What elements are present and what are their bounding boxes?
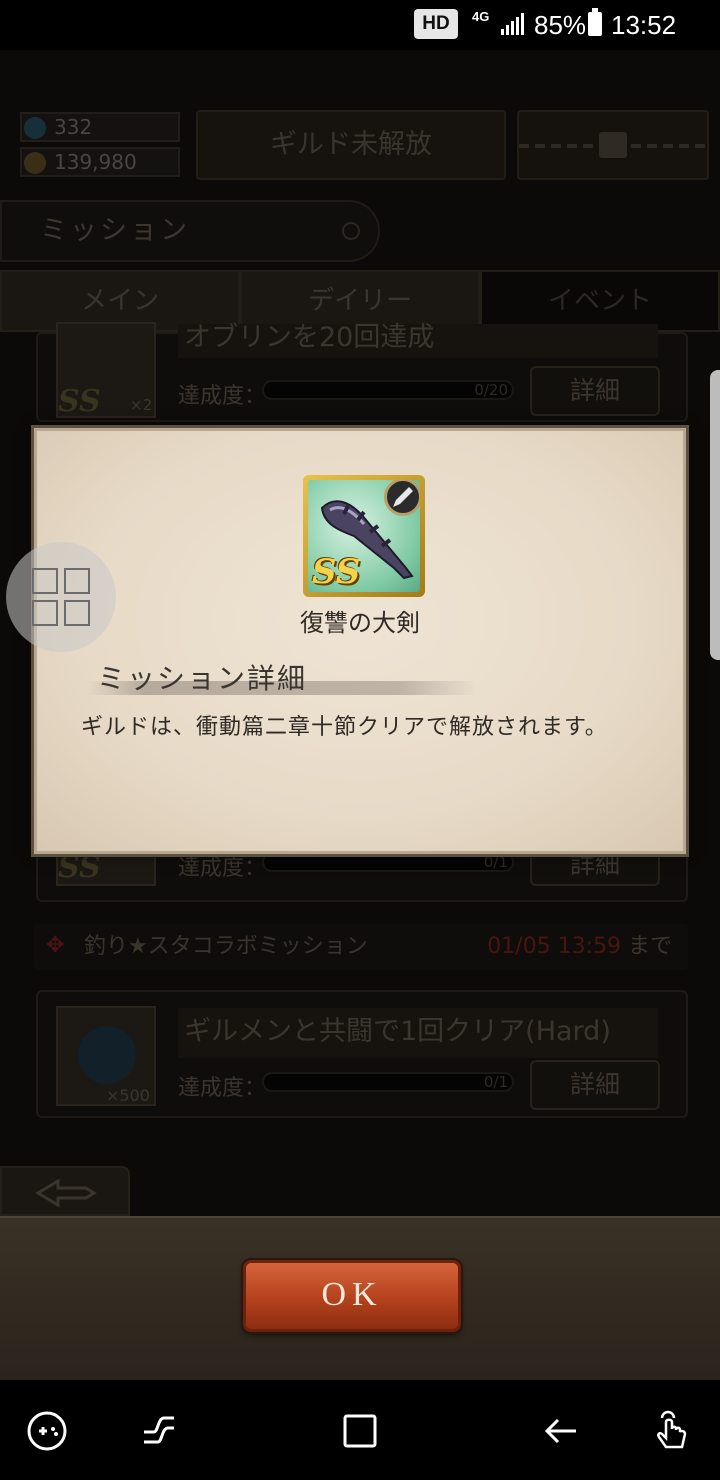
reward-qty: ×2 — [130, 396, 153, 414]
grid-icon-cell — [64, 568, 90, 594]
page-title-text: ミッション — [40, 215, 190, 246]
item-name: 復讐の大剣 — [300, 609, 420, 637]
signal-icon — [501, 13, 524, 35]
deadline-suffix: まで — [627, 934, 672, 959]
guild-button[interactable]: ギルド未解放 — [196, 110, 506, 180]
back-button[interactable] — [0, 1166, 130, 1216]
status-bar: HD 4G 85% 13:52 — [0, 0, 720, 50]
gem-count: 332 — [54, 115, 93, 139]
rank-badge: SS — [58, 850, 101, 885]
event-deadline: 01/05 13:59 まで — [487, 924, 672, 970]
pin-icon — [342, 222, 360, 240]
grid-icon-cell — [64, 600, 90, 626]
locked-button[interactable] — [517, 110, 709, 180]
back-arrow-icon — [35, 1178, 97, 1208]
orb-icon — [78, 1026, 136, 1084]
sword-type-icon — [384, 480, 420, 516]
grid-icon — [32, 568, 58, 594]
event-header: ✥ 釣り★スタコラボミッション 01/05 13:59 まで — [34, 924, 688, 970]
progress-label: 達成度： — [178, 856, 267, 881]
reward-qty: ×500 — [106, 1086, 150, 1105]
rank-badge: SS — [58, 384, 101, 419]
grid-icon-cell — [32, 600, 58, 626]
lock-icon — [599, 132, 627, 158]
mission-description: ギルドは、衝動篇二章十節クリアで解放されます。 — [81, 715, 608, 740]
rank-badge: SS — [312, 552, 361, 592]
mission-title: オブリンを20回達成 — [178, 324, 658, 358]
hd-indicator: HD — [414, 9, 458, 39]
page-title: ミッション — [0, 200, 380, 262]
edge-panel-handle[interactable] — [710, 370, 720, 660]
progress-label: 達成度： — [178, 1076, 267, 1101]
gold-icon — [24, 152, 46, 174]
game-tools-icon[interactable] — [26, 1410, 68, 1452]
deadline-time: 01/05 13:59 — [487, 934, 621, 959]
recent-apps-icon[interactable] — [138, 1410, 180, 1452]
ok-button[interactable]: OK — [243, 1260, 461, 1332]
navigation-bar — [0, 1380, 720, 1480]
mission-detail-dialog: SS 復讐の大剣 ミッション詳細 ギルドは、衝動篇二章十節クリアで解放されます。 — [34, 428, 686, 854]
progress-bar: 0/1 — [262, 1072, 514, 1092]
progress-bar: 0/1 — [262, 852, 514, 872]
mission-card: ×500 ギルメンと共闘で1回クリア(Hard) 達成度： 0/1 詳細 — [36, 990, 688, 1118]
item-icon-frame: SS — [303, 475, 425, 597]
clock: 13:52 — [611, 10, 677, 40]
mission-title: ギルメンと共闘で1回クリア(Hard) — [178, 1008, 658, 1058]
back-icon[interactable] — [540, 1410, 582, 1452]
gold-count: 139,980 — [54, 150, 137, 174]
home-icon[interactable] — [339, 1410, 381, 1452]
event-icon: ✥ — [46, 933, 65, 958]
section-title: ミッション詳細 — [97, 662, 308, 695]
detail-button[interactable]: 詳細 — [530, 1060, 660, 1110]
mission-card: SS ×2 オブリンを20回達成 達成度： 0/20 詳細 — [36, 322, 688, 422]
battery-percent: 85% — [534, 10, 587, 40]
gem-counter: 332 — [20, 112, 180, 142]
touch-gesture-icon[interactable] — [650, 1410, 692, 1452]
progress-label: 達成度： — [178, 384, 267, 409]
tab-event[interactable]: イベント — [480, 270, 720, 332]
progress-bar: 0/20 — [262, 380, 514, 400]
battery-icon — [588, 8, 602, 36]
gold-counter: 139,980 — [20, 147, 180, 177]
detail-button[interactable]: 詳細 — [530, 366, 660, 416]
floating-menu-button[interactable] — [6, 542, 116, 652]
network-indicator: 4G — [472, 9, 490, 24]
event-name: 釣り★スタコラボミッション — [84, 934, 368, 959]
gem-icon — [24, 117, 46, 139]
